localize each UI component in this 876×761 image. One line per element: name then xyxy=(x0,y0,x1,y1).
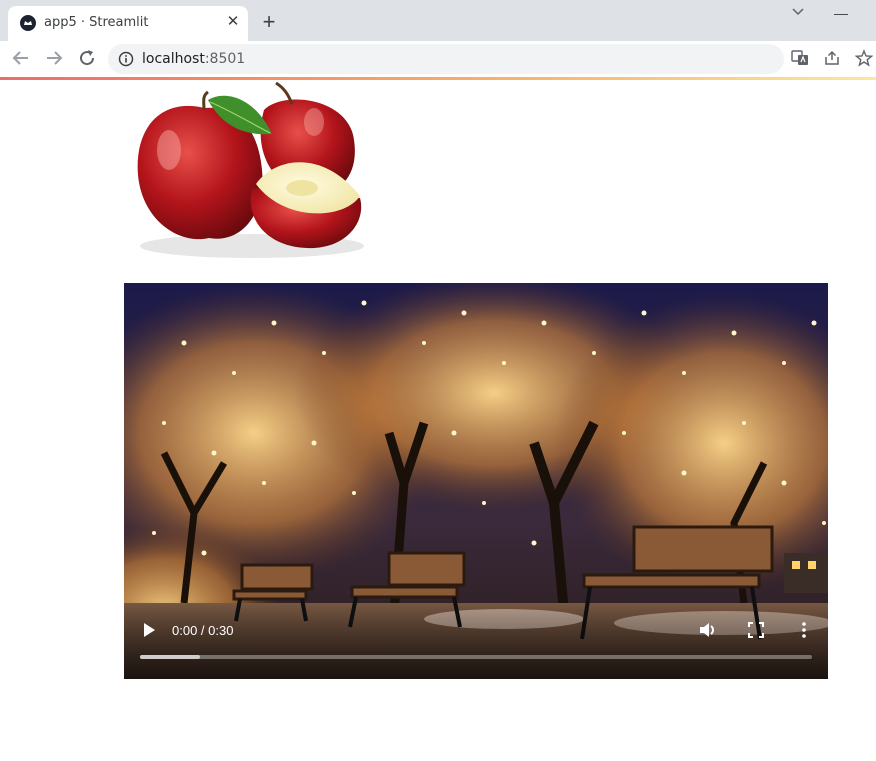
url-port: :8501 xyxy=(204,51,246,67)
address-bar[interactable]: localhost:8501 xyxy=(108,44,784,74)
close-tab-icon[interactable]: ✕ xyxy=(224,12,242,32)
more-options-icon[interactable] xyxy=(796,621,812,639)
tab-strip: app5 · Streamlit ✕ + — xyxy=(0,0,876,41)
tab-search-chevron-icon[interactable] xyxy=(790,3,806,19)
browser-tab[interactable]: app5 · Streamlit ✕ xyxy=(8,6,248,41)
browser-toolbar: localhost:8501 xyxy=(0,41,876,77)
share-icon[interactable] xyxy=(823,49,841,67)
translate-icon[interactable] xyxy=(791,49,809,67)
video-player[interactable]: 0:00 / 0:30 xyxy=(124,283,828,679)
url-text: localhost:8501 xyxy=(142,51,245,67)
minimize-window-button[interactable]: — xyxy=(834,5,850,21)
back-arrow-icon[interactable] xyxy=(10,47,32,69)
tab-title: app5 · Streamlit xyxy=(44,15,149,30)
video-controls: 0:00 / 0:30 xyxy=(124,599,828,679)
reload-icon[interactable] xyxy=(76,47,98,69)
play-icon[interactable] xyxy=(140,621,158,639)
video-time-display: 0:00 / 0:30 xyxy=(172,623,234,638)
volume-icon[interactable] xyxy=(698,621,718,639)
video-progress-bar[interactable] xyxy=(140,655,812,659)
url-host: localhost xyxy=(142,51,205,67)
forward-arrow-icon[interactable] xyxy=(43,47,65,69)
fullscreen-icon[interactable] xyxy=(748,622,764,638)
streamlit-favicon-icon xyxy=(20,15,36,31)
site-info-icon[interactable] xyxy=(118,51,134,67)
bookmark-star-icon[interactable] xyxy=(854,49,874,67)
video-buffered-range xyxy=(140,655,201,659)
new-tab-button[interactable]: + xyxy=(259,11,279,33)
apple-image xyxy=(124,80,376,266)
